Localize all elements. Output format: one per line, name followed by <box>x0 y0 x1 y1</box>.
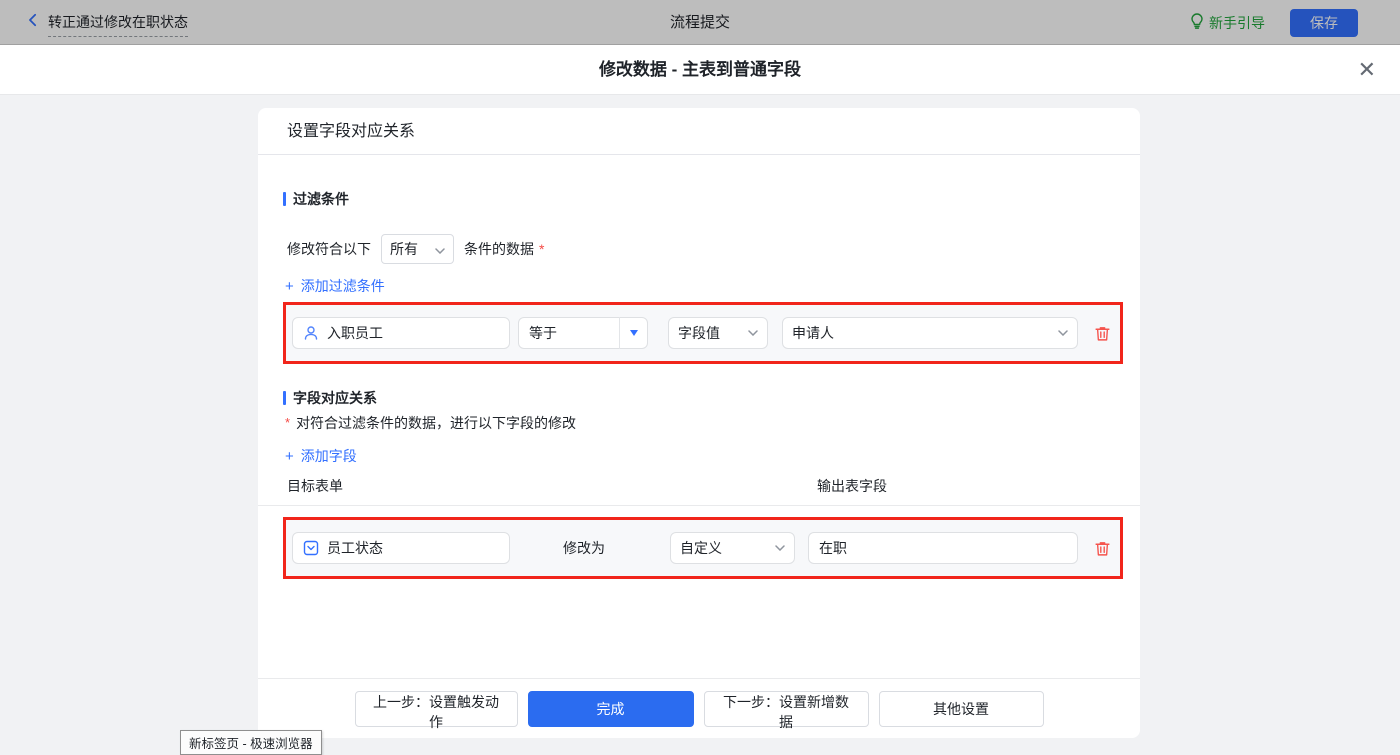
browser-tab-tooltip: 新标签页 - 极速浏览器 <box>180 730 322 755</box>
modify-to-label: 修改为 <box>563 540 605 556</box>
save-button[interactable]: 保存 <box>1290 9 1358 37</box>
match-prefix-label: 修改符合以下 <box>287 241 371 257</box>
filter-section-title: 过滤条件 <box>283 189 349 209</box>
close-icon[interactable]: ✕ <box>1358 45 1376 95</box>
card-header-title: 设置字段对应关系 <box>258 108 1140 155</box>
match-suffix-label: 条件的数据 <box>464 241 534 257</box>
section-bar-icon <box>283 192 286 206</box>
chevron-down-icon <box>1058 330 1068 336</box>
delete-mapping-button[interactable] <box>1094 540 1111 557</box>
delete-condition-button[interactable] <box>1094 325 1111 342</box>
member-field-icon <box>303 325 319 341</box>
filter-field-input[interactable]: 入职员工 <box>292 317 510 349</box>
filter-condition-row: 入职员工 等于 字段值 申请人 <box>283 302 1123 364</box>
lightbulb-icon <box>1190 13 1204 32</box>
select-field-icon <box>303 540 319 556</box>
target-field-input[interactable]: 员工状态 <box>292 532 510 564</box>
beginner-guide-label: 新手引导 <box>1209 14 1265 31</box>
chevron-down-icon <box>775 545 785 551</box>
column-header-output-field: 输出表字段 <box>817 478 887 494</box>
caret-down-icon <box>629 330 638 336</box>
required-asterisk: * <box>539 241 545 257</box>
column-header-target-form: 目标表单 <box>287 478 343 494</box>
section-bar-icon <box>283 391 286 405</box>
add-field-link[interactable]: + 添加字段 <box>285 446 357 466</box>
done-button[interactable]: 完成 <box>527 691 694 727</box>
value-type-select[interactable]: 字段值 <box>668 317 768 349</box>
top-navigation-bar: 转正通过修改在职状态 流程提交 新手引导 保存 <box>0 0 1400 45</box>
prev-step-button[interactable]: 上一步：设置触发动作 <box>354 691 518 730</box>
mapping-desc-line: * 对符合过滤条件的数据，进行以下字段的修改 <box>285 413 576 433</box>
add-filter-condition-link[interactable]: + 添加过滤条件 <box>285 276 385 296</box>
table-header-divider <box>258 505 1140 506</box>
required-asterisk: * <box>285 415 291 430</box>
settings-card: 设置字段对应关系 过滤条件 修改符合以下 所有 条件的数据 * + 添加过滤条件 <box>258 108 1140 738</box>
operator-select[interactable]: 等于 <box>518 317 648 349</box>
footer-divider <box>258 678 1140 679</box>
beginner-guide-button[interactable]: 新手引导 <box>1190 0 1265 45</box>
custom-value-input[interactable]: 在职 <box>808 532 1078 564</box>
footer-buttons: 上一步：设置触发动作 完成 下一步：设置新增数据 其他设置 <box>258 691 1140 730</box>
next-step-button[interactable]: 下一步：设置新增数据 <box>703 691 869 730</box>
value-mode-select[interactable]: 自定义 <box>670 532 795 564</box>
plus-icon: + <box>285 277 294 295</box>
mapping-section-title: 字段对应关系 <box>283 388 377 408</box>
dialog-body: 设置字段对应关系 过滤条件 修改符合以下 所有 条件的数据 * + 添加过滤条件 <box>0 95 1400 755</box>
dialog-title: 修改数据 - 主表到普通字段 <box>598 60 802 79</box>
dialog-header: 修改数据 - 主表到普通字段 ✕ <box>0 45 1400 95</box>
compare-value-select[interactable]: 申请人 <box>782 317 1078 349</box>
chevron-down-icon <box>435 241 445 257</box>
match-type-select[interactable]: 所有 <box>381 234 454 264</box>
mapping-desc-text: 对符合过滤条件的数据，进行以下字段的修改 <box>296 415 577 431</box>
other-settings-button[interactable]: 其他设置 <box>878 691 1044 727</box>
chevron-down-icon <box>748 330 758 336</box>
operator-dropdown-button[interactable] <box>619 317 647 349</box>
filter-match-line: 修改符合以下 所有 条件的数据 * <box>287 233 544 265</box>
plus-icon: + <box>285 447 294 465</box>
field-mapping-row: 员工状态 修改为 自定义 在职 <box>283 517 1123 579</box>
